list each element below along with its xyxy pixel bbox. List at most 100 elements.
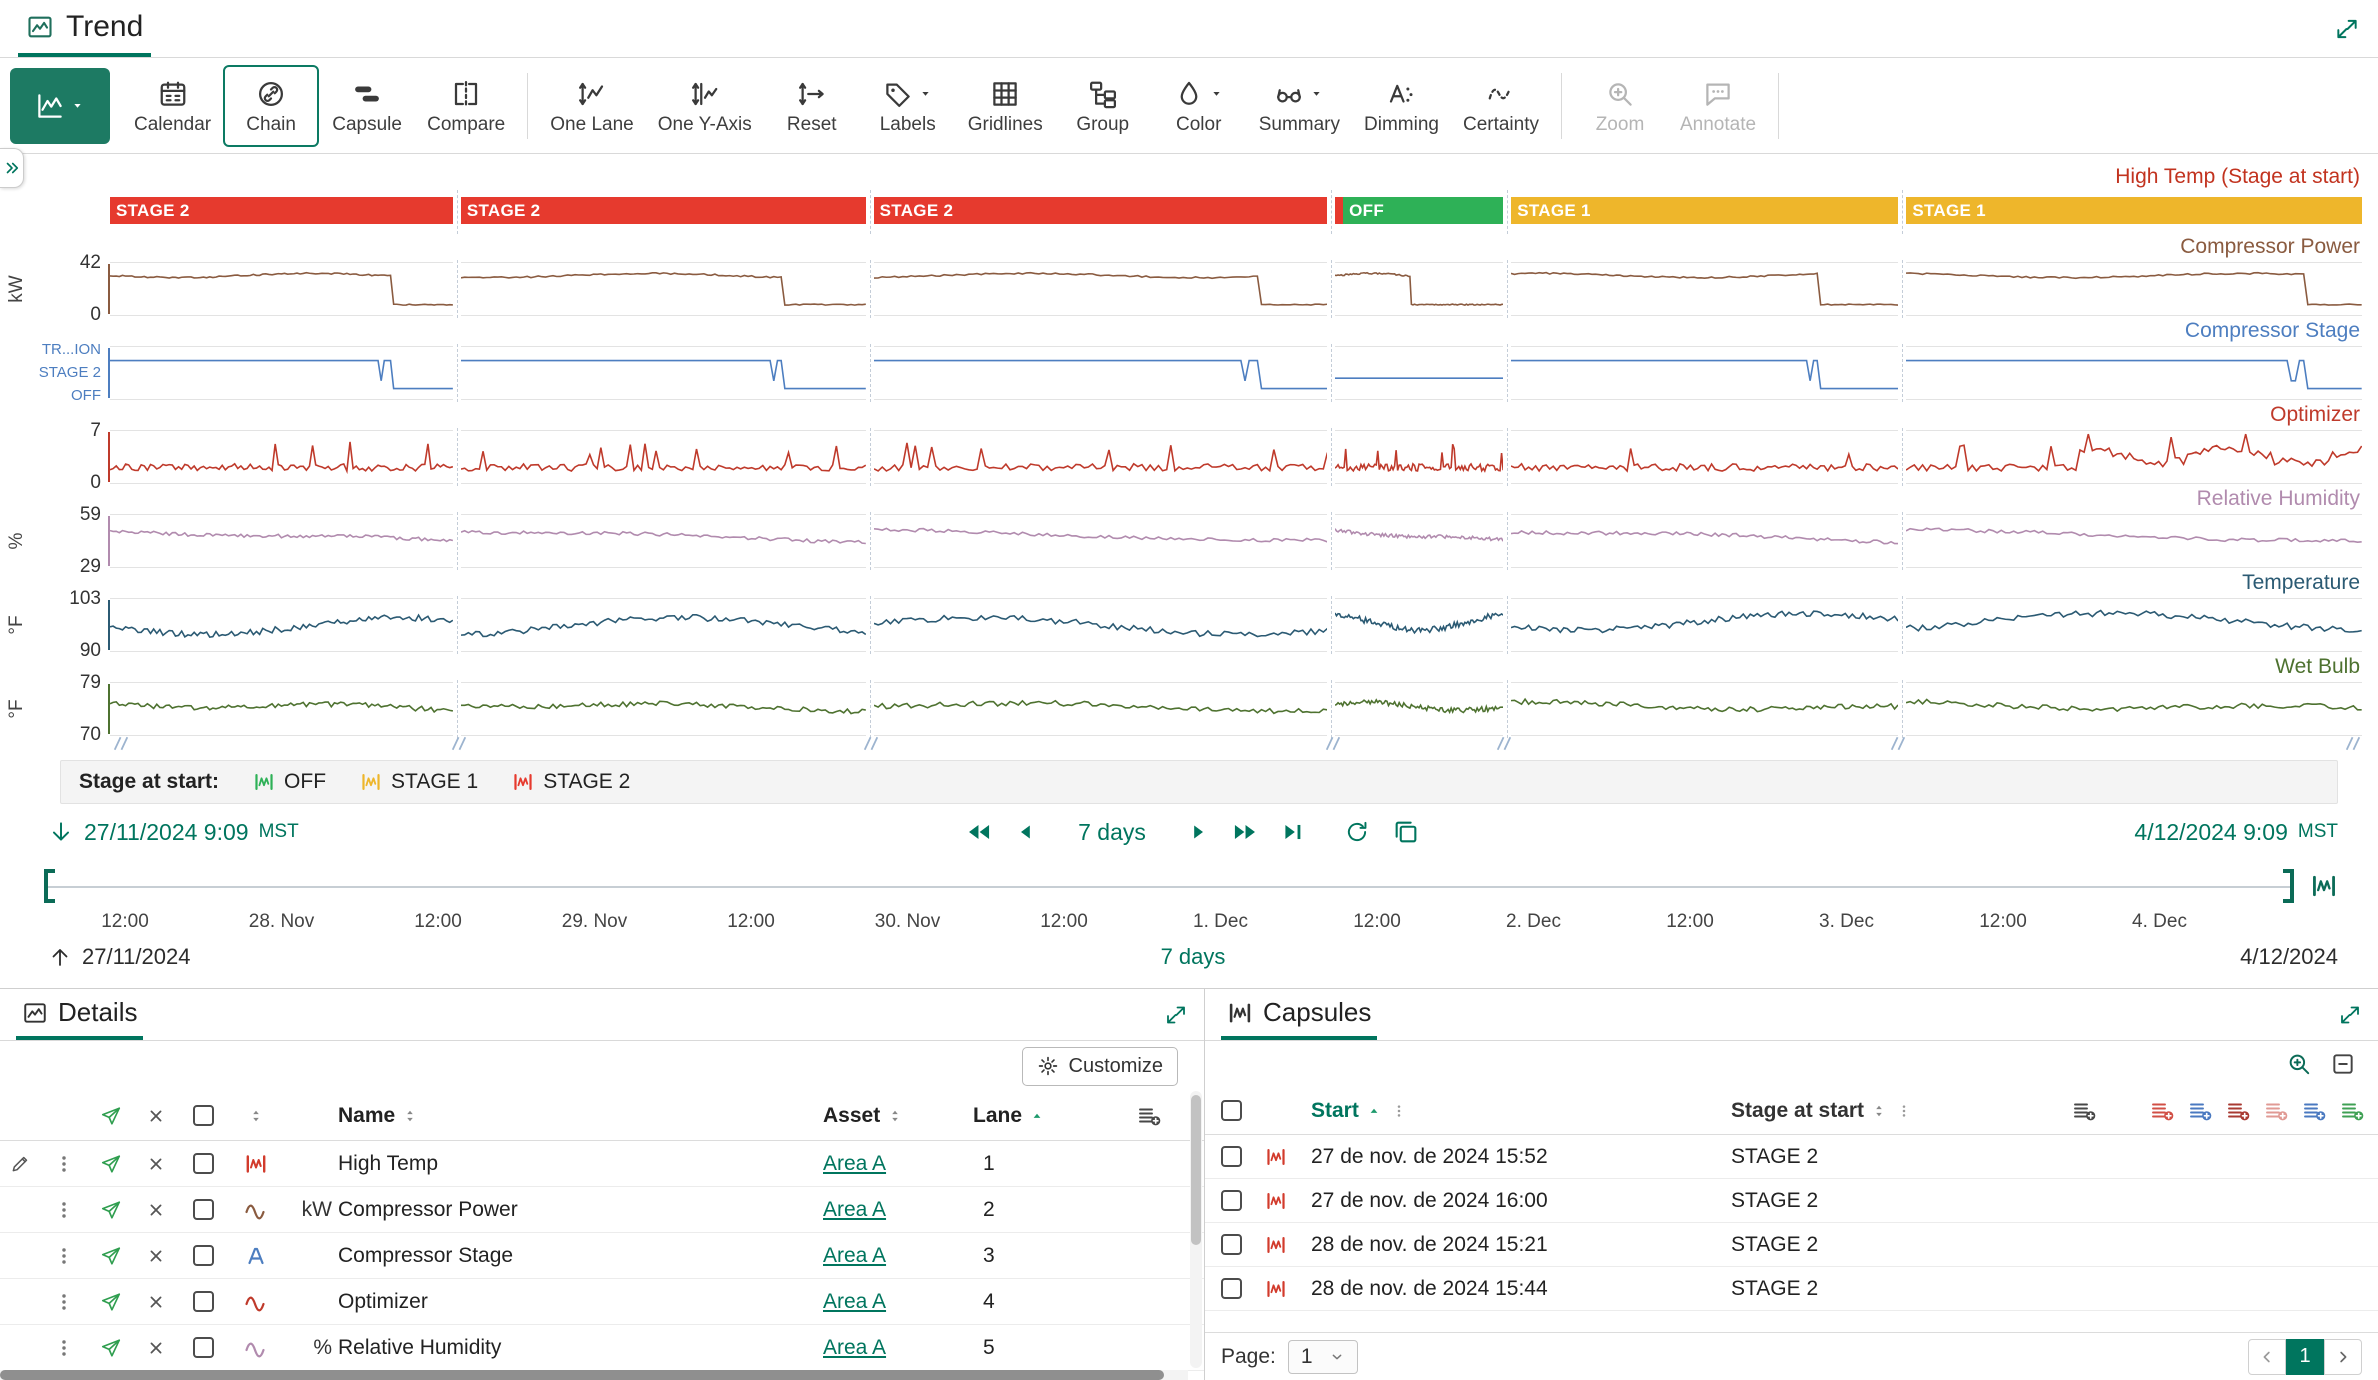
duration-button[interactable]: 7 days [1078, 819, 1146, 846]
asset-link[interactable]: Area A [823, 1244, 886, 1268]
chart-segment[interactable] [1511, 262, 1898, 316]
column-menu-icon[interactable] [1391, 1103, 1407, 1119]
details-row[interactable]: High TempArea A1 [0, 1141, 1204, 1187]
toolbar-button-one-y-axis[interactable]: One Y-Axis [646, 65, 764, 147]
expand-details-icon[interactable] [1164, 1003, 1188, 1027]
preview-all-icon[interactable] [100, 1105, 122, 1127]
pan-forward-icon[interactable] [1186, 820, 1210, 844]
capsule-checkbox[interactable] [1221, 1146, 1242, 1167]
capsule-checkbox[interactable] [1221, 1234, 1242, 1255]
add-column-icon[interactable] [2072, 1099, 2096, 1123]
remove-item-icon[interactable] [146, 1292, 166, 1312]
lane-label[interactable]: Relative Humidity [110, 484, 2362, 514]
chart-segment[interactable] [461, 682, 866, 736]
add-column-icon[interactable] [2302, 1099, 2326, 1123]
add-column-icon[interactable] [2226, 1099, 2250, 1123]
toolbar-button-group[interactable]: Group [1055, 65, 1151, 147]
details-row[interactable]: OptimizerArea A4 [0, 1279, 1204, 1325]
chart-segment[interactable] [110, 598, 453, 652]
copy-range-icon[interactable] [1392, 818, 1420, 846]
edit-item-icon[interactable] [10, 1154, 30, 1174]
display-range-end[interactable]: 4/12/2024 9:09 [2134, 819, 2287, 846]
column-menu-icon[interactable] [1896, 1103, 1912, 1119]
chart-segment[interactable] [461, 514, 866, 568]
chart-segment[interactable] [1335, 430, 1503, 484]
chart-segment[interactable] [461, 430, 866, 484]
capsule-checkbox[interactable] [1221, 1278, 1242, 1299]
preview-icon[interactable] [100, 1245, 122, 1267]
lane-number[interactable]: 1 [973, 1152, 1093, 1176]
lane-label[interactable]: Wet Bulb [110, 652, 2362, 682]
chart-segment[interactable] [110, 514, 453, 568]
chart-segment[interactable] [1511, 682, 1898, 736]
asset-link[interactable]: Area A [823, 1290, 886, 1314]
row-menu-icon[interactable] [53, 1337, 75, 1359]
chart-segment[interactable] [1906, 262, 2362, 316]
chart-segment[interactable] [461, 346, 866, 400]
column-header-start[interactable]: Start [1311, 1099, 1731, 1123]
prev-page-button[interactable] [2248, 1339, 2286, 1375]
preview-icon[interactable] [100, 1337, 122, 1359]
chart-segment[interactable] [1511, 514, 1898, 568]
customize-button[interactable]: Customize [1022, 1047, 1178, 1086]
timebar-right-handle[interactable] [2283, 869, 2294, 903]
chart-segment[interactable] [874, 598, 1327, 652]
chart-segment[interactable] [1906, 346, 2362, 400]
lane-number[interactable]: 2 [973, 1198, 1093, 1222]
add-column-icon[interactable] [2340, 1099, 2364, 1123]
chart-segment[interactable] [1906, 682, 2362, 736]
investigate-range-end[interactable]: 4/12/2024 [1918, 944, 2338, 970]
remove-item-icon[interactable] [146, 1154, 166, 1174]
chart-segment[interactable] [1335, 682, 1503, 736]
item-name[interactable]: High Temp [338, 1152, 823, 1176]
toolbar-button-labels[interactable]: Labels [860, 65, 956, 147]
remove-item-icon[interactable] [146, 1246, 166, 1266]
capsule-segment[interactable]: STAGE 1 [1906, 192, 2362, 232]
chart-segment[interactable] [1335, 514, 1503, 568]
item-name[interactable]: Relative Humidity [338, 1336, 823, 1360]
chart-segment[interactable] [1511, 598, 1898, 652]
row-checkbox[interactable] [193, 1153, 214, 1174]
preview-icon[interactable] [100, 1153, 122, 1175]
column-header-lane[interactable]: Lane [973, 1104, 1093, 1128]
preview-icon[interactable] [100, 1199, 122, 1221]
pan-back-icon[interactable] [1014, 820, 1038, 844]
toolbar-button-color[interactable]: Color [1151, 65, 1247, 147]
capsule-segment[interactable]: OFF [1335, 192, 1503, 232]
lane-label[interactable]: Compressor Stage [110, 316, 2362, 346]
capsule-row[interactable]: 28 de nov. de 2024 15:44STAGE 2 [1205, 1267, 2378, 1311]
chart-segment[interactable] [874, 682, 1327, 736]
range-start-arrow-icon[interactable] [48, 819, 74, 845]
go-to-now-icon[interactable] [1280, 819, 1306, 845]
sidebar-collapse-toggle[interactable] [0, 148, 24, 188]
chart-segment[interactable] [874, 514, 1327, 568]
sort-type-icon[interactable] [247, 1107, 265, 1125]
chart-segment[interactable] [110, 682, 453, 736]
lane-label[interactable]: Temperature [110, 568, 2362, 598]
toolbar-button-certainty[interactable]: Certainty [1451, 65, 1551, 147]
pan-back-full-icon[interactable] [966, 819, 992, 845]
chart-segment[interactable] [110, 346, 453, 400]
row-menu-icon[interactable] [53, 1291, 75, 1313]
capsule-row[interactable]: 27 de nov. de 2024 15:52STAGE 2 [1205, 1135, 2378, 1179]
asset-link[interactable]: Area A [823, 1198, 886, 1222]
y-axis[interactable]: kW420 [0, 262, 110, 316]
chart-segment[interactable] [1335, 598, 1503, 652]
lane-number[interactable]: 4 [973, 1290, 1093, 1314]
toolbar-button-chain[interactable]: Chain [223, 65, 319, 147]
row-checkbox[interactable] [193, 1245, 214, 1266]
select-all-checkbox[interactable] [193, 1105, 214, 1126]
tab-trend[interactable]: Trend [18, 0, 151, 57]
auto-update-icon[interactable] [1344, 819, 1370, 845]
add-column-icon[interactable] [1137, 1104, 1161, 1128]
add-column-icon[interactable] [2188, 1099, 2212, 1123]
row-checkbox[interactable] [193, 1337, 214, 1358]
chart-segment[interactable] [1335, 346, 1503, 400]
details-row[interactable]: %Relative HumidityArea A5 [0, 1325, 1204, 1371]
y-axis[interactable]: 70 [0, 430, 110, 484]
investigate-range-start[interactable]: 27/11/2024 [82, 944, 190, 970]
item-name[interactable]: Compressor Stage [338, 1244, 823, 1268]
lane-label[interactable]: Optimizer [110, 400, 2362, 430]
lane-label[interactable]: High Temp (Stage at start) [110, 162, 2362, 192]
timebar-capsules-toggle-icon[interactable] [2310, 872, 2338, 900]
